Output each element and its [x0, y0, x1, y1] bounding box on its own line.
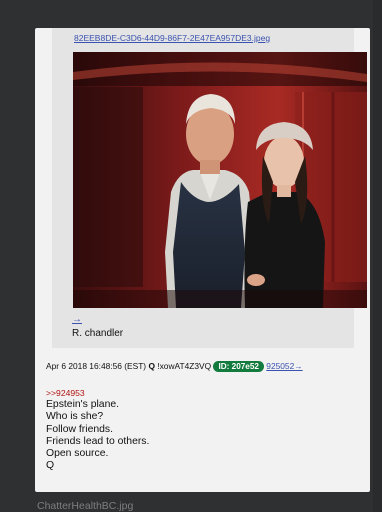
- image-file-link[interactable]: 82EEB8DE-C3D6-44D9-86F7-2E47EA957DE3.jpe…: [74, 33, 270, 43]
- scrollbar[interactable]: [373, 0, 382, 512]
- next-image-filename[interactable]: ChatterHealthBC.jpg: [37, 500, 133, 512]
- poster-id-badge[interactable]: ID: 207e52: [213, 361, 264, 372]
- photo-graphic: [73, 52, 367, 308]
- post-timestamp: Apr 6 2018 16:48:56 (EST): [46, 361, 147, 371]
- caption-arrow-link[interactable]: →: [72, 314, 82, 325]
- post-photo[interactable]: [73, 52, 367, 308]
- post-body: >>924953 Epstein's plane. Who is she? Fo…: [46, 388, 149, 473]
- reply-link[interactable]: >>924953: [46, 388, 149, 399]
- post-card: 82EEB8DE-C3D6-44D9-86F7-2E47EA957DE3.jpe…: [35, 28, 370, 492]
- post-line: Epstein's plane.: [46, 399, 120, 410]
- post-line: Friends lead to others.: [46, 435, 150, 447]
- post-line: Who is she?: [46, 411, 104, 423]
- post-line: Q: [46, 460, 55, 472]
- embedded-image-card: 82EEB8DE-C3D6-44D9-86F7-2E47EA957DE3.jpe…: [52, 28, 367, 348]
- post-meta-line: Apr 6 2018 16:48:56 (EST) Q !xowAT4Z3VQ …: [46, 361, 303, 372]
- post-number-link[interactable]: 925052→: [266, 361, 302, 371]
- caption-text: R. chandler: [72, 328, 124, 339]
- page: { "post": { "file_name": "82EEB8DE-C3D6-…: [0, 0, 382, 512]
- post-line: Open source.: [46, 448, 109, 460]
- tripcode: !xowAT4Z3VQ: [157, 361, 212, 371]
- post-line: Follow friends.: [46, 423, 113, 435]
- q-name: Q: [148, 361, 155, 371]
